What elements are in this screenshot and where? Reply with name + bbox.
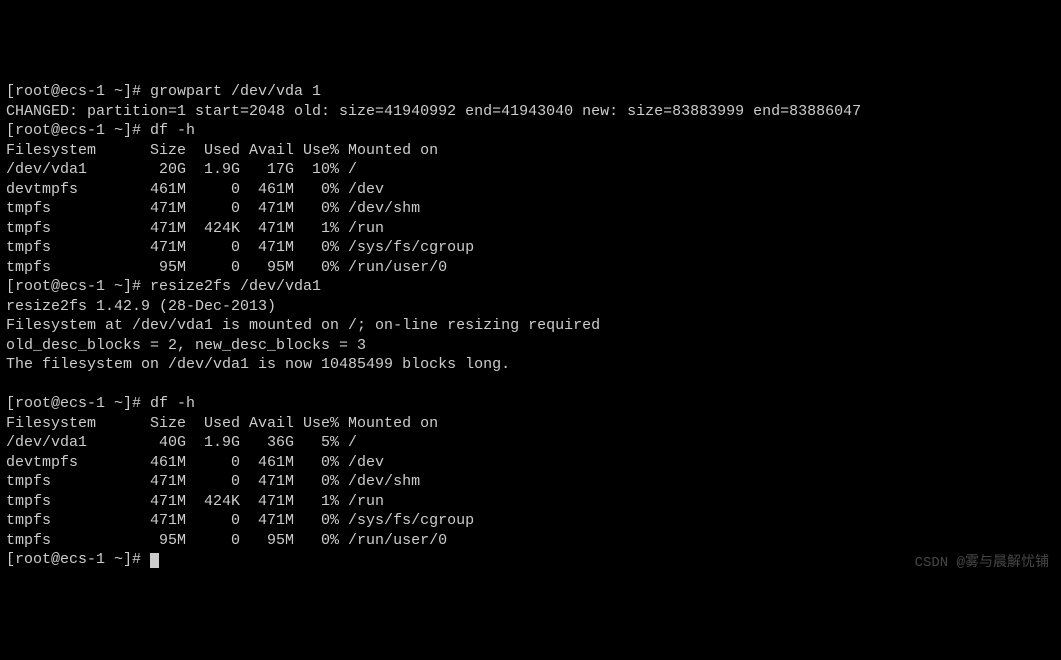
output-resize2fs: Filesystem at /dev/vda1 is mounted on /;…	[6, 317, 600, 334]
df1-row: tmpfs 471M 0 471M 0% /dev/shm	[6, 200, 420, 217]
command-resize2fs: resize2fs /dev/vda1	[150, 278, 321, 295]
df1-row: devtmpfs 461M 0 461M 0% /dev	[6, 181, 384, 198]
df1-row: /dev/vda1 20G 1.9G 17G 10% /	[6, 161, 357, 178]
df2-header: Filesystem Size Used Avail Use% Mounted …	[6, 415, 438, 432]
df2-row: tmpfs 471M 424K 471M 1% /run	[6, 493, 384, 510]
prompt: [root@ecs-1 ~]#	[6, 551, 150, 568]
cursor[interactable]	[150, 553, 159, 568]
output-resize2fs: old_desc_blocks = 2, new_desc_blocks = 3	[6, 337, 366, 354]
df2-row: devtmpfs 461M 0 461M 0% /dev	[6, 454, 384, 471]
df2-row: /dev/vda1 40G 1.9G 36G 5% /	[6, 434, 357, 451]
df1-header: Filesystem Size Used Avail Use% Mounted …	[6, 142, 438, 159]
output-resize2fs: resize2fs 1.42.9 (28-Dec-2013)	[6, 298, 276, 315]
df2-row: tmpfs 471M 0 471M 0% /dev/shm	[6, 473, 420, 490]
df2-row: tmpfs 95M 0 95M 0% /run/user/0	[6, 532, 447, 549]
command-df2: df -h	[150, 395, 195, 412]
df2-row: tmpfs 471M 0 471M 0% /sys/fs/cgroup	[6, 512, 474, 529]
prompt: [root@ecs-1 ~]#	[6, 395, 150, 412]
output-growpart: CHANGED: partition=1 start=2048 old: siz…	[6, 103, 861, 120]
watermark: CSDN @雾与晨解忧铺	[915, 554, 1049, 572]
prompt: [root@ecs-1 ~]#	[6, 278, 150, 295]
output-resize2fs: The filesystem on /dev/vda1 is now 10485…	[6, 356, 510, 373]
command-df1: df -h	[150, 122, 195, 139]
prompt: [root@ecs-1 ~]#	[6, 122, 150, 139]
command-growpart: growpart /dev/vda 1	[150, 83, 321, 100]
df1-row: tmpfs 471M 424K 471M 1% /run	[6, 220, 384, 237]
prompt: [root@ecs-1 ~]#	[6, 83, 150, 100]
terminal[interactable]: [root@ecs-1 ~]# growpart /dev/vda 1 CHAN…	[0, 78, 1061, 582]
df1-row: tmpfs 95M 0 95M 0% /run/user/0	[6, 259, 447, 276]
df1-row: tmpfs 471M 0 471M 0% /sys/fs/cgroup	[6, 239, 474, 256]
